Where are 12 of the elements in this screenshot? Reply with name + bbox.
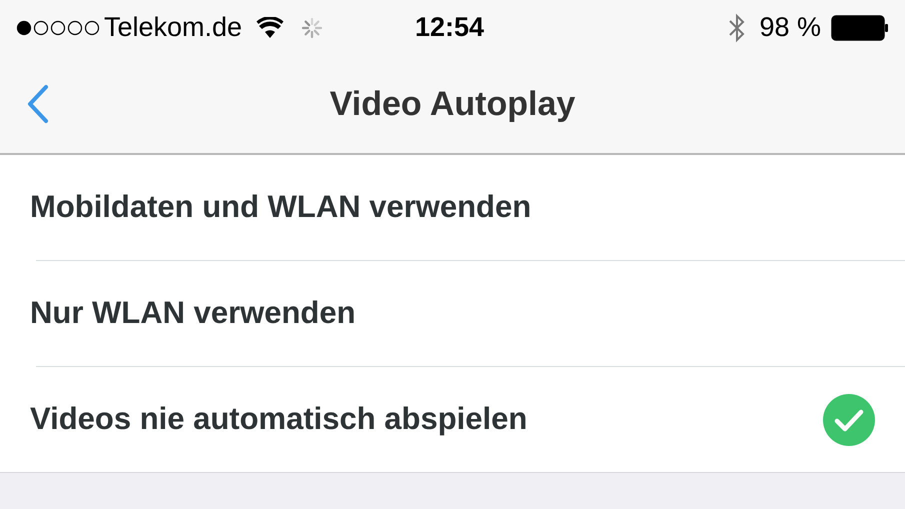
option-row[interactable]: Videos nie automatisch abspielen bbox=[0, 367, 905, 472]
option-row[interactable]: Nur WLAN verwenden bbox=[0, 261, 905, 366]
nav-title: Video Autoplay bbox=[330, 84, 576, 124]
battery-icon bbox=[831, 14, 889, 40]
checkmark-icon bbox=[823, 394, 875, 446]
battery-percentage: 98 % bbox=[759, 11, 821, 44]
status-time: 12:54 bbox=[415, 11, 484, 44]
carrier-name: Telekom.de bbox=[104, 11, 242, 44]
signal-icon bbox=[16, 20, 100, 36]
option-row[interactable]: Mobildaten und WLAN verwenden bbox=[0, 155, 905, 260]
wifi-icon bbox=[256, 16, 284, 38]
spinner-icon bbox=[300, 16, 324, 40]
